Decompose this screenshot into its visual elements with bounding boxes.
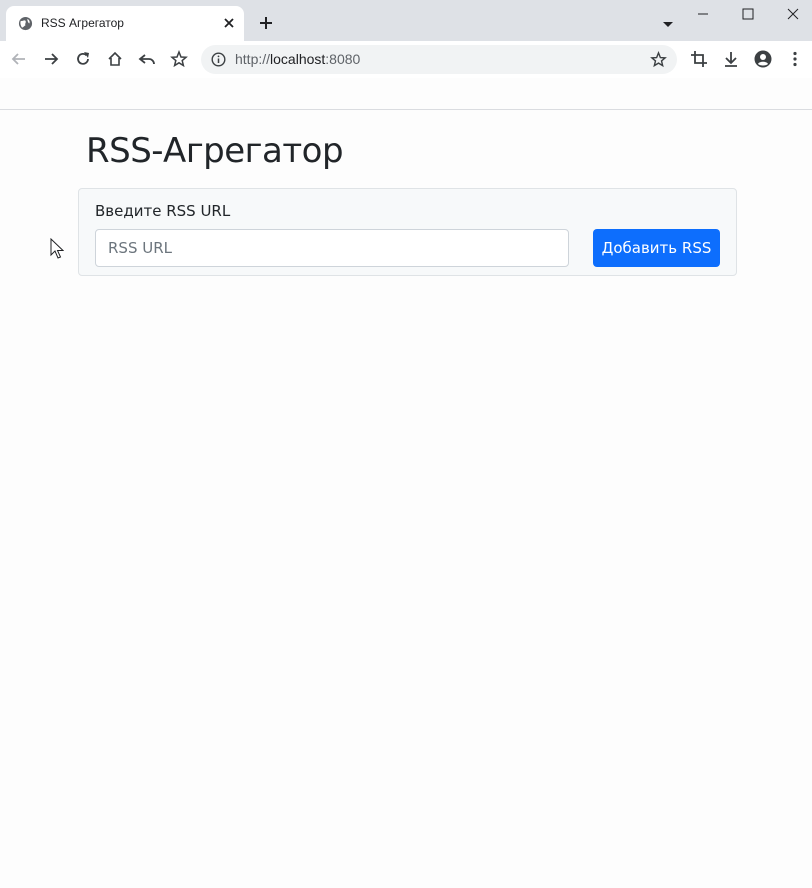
rss-url-label: Введите RSS URL [95,202,231,220]
crop-icon[interactable] [690,50,708,68]
rss-url-input[interactable] [95,229,569,267]
star-icon[interactable] [170,50,188,68]
minimize-icon[interactable] [696,7,710,21]
url-text: http://localhost:8080 [235,51,360,67]
cursor-icon [50,238,64,259]
more-vert-icon[interactable] [786,50,804,68]
tab-title: RSS Агрегатор [41,16,124,30]
window-close-icon[interactable] [786,7,800,21]
browser-toolbar: http://localhost:8080 [0,41,812,78]
page-title: RSS-Агрегатор [86,131,344,171]
forward-arrow-icon[interactable] [42,50,60,68]
info-icon[interactable] [211,52,226,67]
account-icon[interactable] [754,50,772,68]
url-port: :8080 [325,51,361,67]
browser-tab-strip: RSS Агрегатор [0,0,812,41]
maximize-icon[interactable] [741,7,755,21]
chevron-down-icon[interactable] [662,21,674,28]
back-arrow-icon[interactable] [10,50,28,68]
url-host: localhost [270,51,326,67]
star-icon[interactable] [650,51,667,68]
globe-icon [18,16,33,31]
reload-icon[interactable] [74,50,92,68]
browser-tab[interactable]: RSS Агрегатор [6,6,244,41]
page-viewport: RSS-Агрегатор Введите RSS URL Добавить R… [0,109,812,888]
add-rss-button[interactable]: Добавить RSS [593,229,720,267]
home-icon[interactable] [106,50,124,68]
close-icon[interactable] [222,16,236,30]
rss-form-card: Введите RSS URL Добавить RSS [78,188,737,276]
address-bar[interactable]: http://localhost:8080 [201,45,677,74]
undo-icon[interactable] [138,50,156,68]
download-icon[interactable] [722,50,740,68]
plus-icon[interactable] [258,15,274,31]
url-scheme: http:// [235,51,271,67]
